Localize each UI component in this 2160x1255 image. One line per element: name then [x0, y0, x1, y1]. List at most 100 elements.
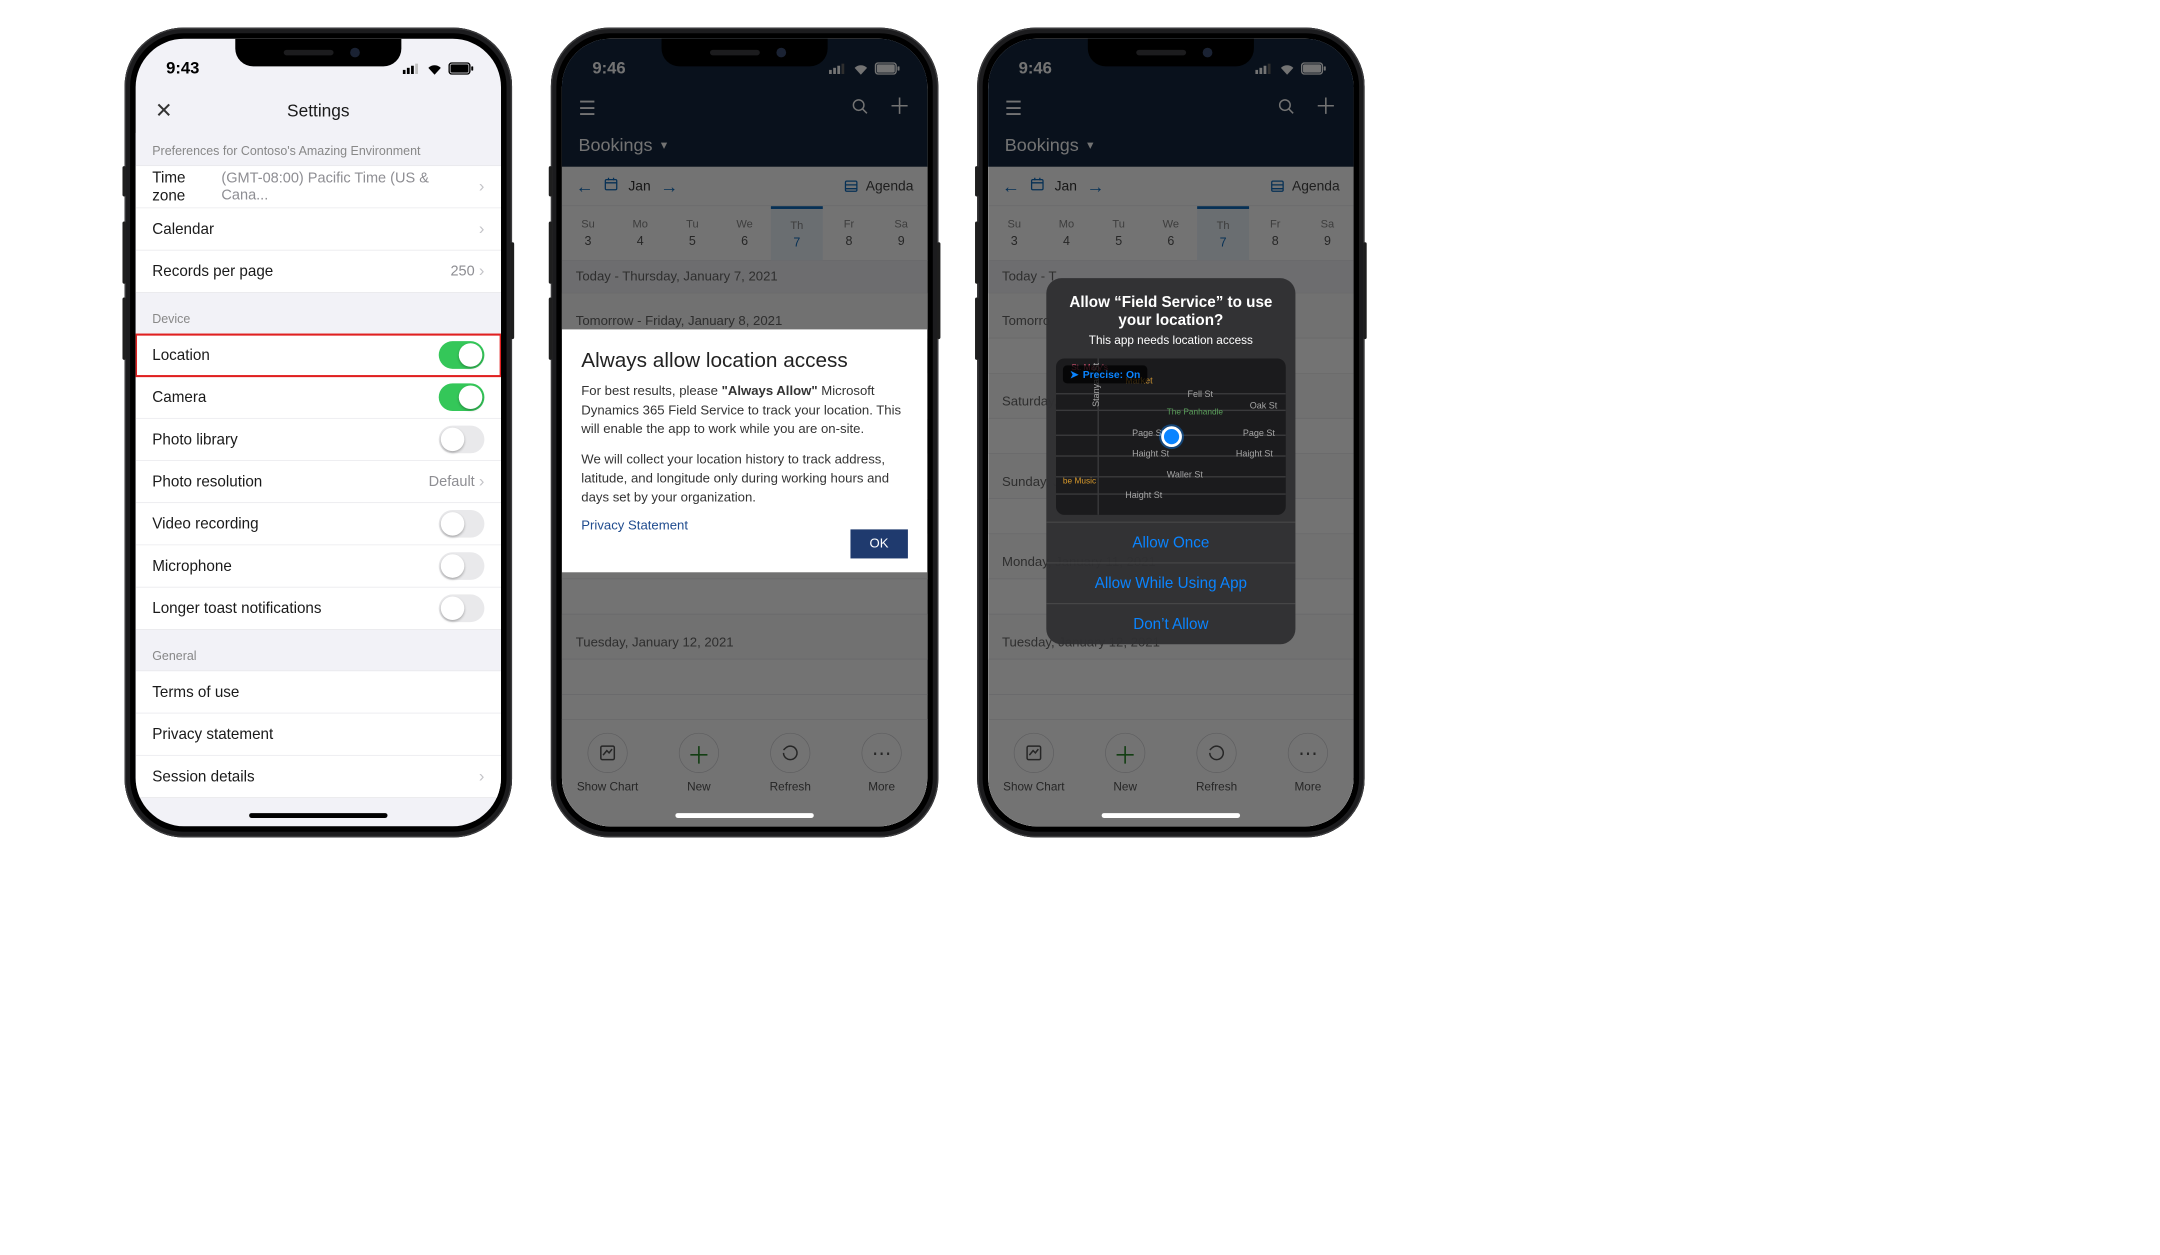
sheet-paragraph-2: We will collect your location history to…	[581, 450, 908, 507]
row-privacy[interactable]: Privacy statement	[136, 713, 501, 755]
week-day[interactable]: Th7	[771, 206, 823, 260]
week-day[interactable]: Sa 9	[875, 206, 927, 260]
show-chart-button[interactable]: Show Chart	[562, 720, 653, 827]
page-title: Bookings	[579, 134, 653, 155]
hamburger-icon[interactable]: ☰	[579, 97, 596, 120]
dow-label: Sa	[894, 218, 908, 230]
precise-badge[interactable]: ➤ Precise: On	[1063, 365, 1147, 383]
page-title-row[interactable]: Bookings ▾	[579, 127, 911, 166]
row-session[interactable]: Session details ›	[136, 756, 501, 798]
next-icon[interactable]: →	[660, 175, 678, 196]
row-calendar[interactable]: Calendar ›	[136, 208, 501, 250]
date-nav: ← Jan → Agenda	[988, 167, 1353, 206]
dow-label: Mo	[1059, 218, 1074, 230]
new-button[interactable]: ＋ New	[1080, 720, 1171, 827]
status-time: 9:46	[1019, 59, 1052, 78]
section-preferences: Preferences for Contoso's Amazing Enviro…	[136, 133, 501, 166]
agenda-toggle[interactable]: Agenda	[844, 178, 914, 194]
day-number: 5	[689, 234, 696, 249]
next-icon[interactable]: →	[1087, 175, 1105, 196]
week-day[interactable]: We6	[1145, 206, 1197, 260]
home-indicator[interactable]	[1102, 813, 1240, 818]
week-day[interactable]: Tu5	[666, 206, 718, 260]
row-location[interactable]: Location	[136, 334, 501, 376]
location-arrow-icon: ➤	[1070, 368, 1079, 380]
chevron-right-icon: ›	[479, 262, 485, 281]
agenda-day-header: Tuesday, January 12, 2021	[562, 614, 927, 659]
status-icons	[403, 62, 474, 74]
allow-while-using-button[interactable]: Allow While Using App	[1046, 563, 1295, 604]
day-number: 6	[741, 234, 748, 249]
prev-icon[interactable]: ←	[576, 175, 594, 196]
privacy-statement-link[interactable]: Privacy Statement	[581, 519, 688, 534]
toggle-video[interactable]	[439, 510, 485, 538]
home-indicator[interactable]	[249, 813, 387, 818]
week-day[interactable]: Mo4	[1040, 206, 1092, 260]
week-day[interactable]: Fr8	[1249, 206, 1301, 260]
add-icon[interactable]: ＋	[889, 97, 911, 118]
refresh-button[interactable]: Refresh	[745, 720, 836, 827]
row-photo-library[interactable]: Photo library	[136, 419, 501, 461]
calendar-icon[interactable]	[603, 176, 618, 195]
more-button[interactable]: ⋯ More	[1262, 720, 1353, 827]
row-camera[interactable]: Camera	[136, 376, 501, 418]
home-indicator[interactable]	[675, 813, 813, 818]
chart-icon	[1014, 733, 1054, 773]
month-label: Jan	[628, 178, 650, 194]
row-microphone[interactable]: Microphone	[136, 545, 501, 587]
chart-icon	[588, 733, 628, 773]
row-video-recording[interactable]: Video recording	[136, 503, 501, 545]
week-day[interactable]: We6	[718, 206, 770, 260]
ok-button[interactable]: OK	[850, 530, 908, 559]
status-icons	[829, 62, 900, 74]
label: Terms of use	[152, 683, 239, 701]
page-title: Bookings	[1005, 134, 1079, 155]
row-toast[interactable]: Longer toast notifications	[136, 588, 501, 630]
day-number: 6	[1167, 234, 1174, 249]
day-number: 9	[898, 234, 905, 249]
sheet-paragraph-1: For best results, please "Always Allow" …	[581, 382, 908, 439]
dont-allow-button[interactable]: Don’t Allow	[1046, 603, 1295, 644]
toggle-photo-library[interactable]	[439, 426, 485, 454]
notch	[662, 39, 828, 67]
label: Session details	[152, 767, 254, 785]
day-number: 7	[1220, 235, 1227, 250]
row-terms[interactable]: Terms of use	[136, 671, 501, 713]
agenda-toggle[interactable]: Agenda	[1270, 178, 1340, 194]
agenda-label: Agenda	[1292, 178, 1340, 194]
week-day[interactable]: Mo4	[614, 206, 666, 260]
calendar-icon[interactable]	[1030, 176, 1045, 195]
refresh-icon	[770, 733, 810, 773]
week-row: Su3Mo4Tu5We6Th7Fr8Sa9	[988, 206, 1353, 261]
close-icon[interactable]: ✕	[155, 99, 172, 123]
toggle-toast[interactable]	[439, 594, 485, 622]
row-timezone[interactable]: Time zone (GMT-08:00) Pacific Time (US &…	[136, 166, 501, 208]
toggle-location[interactable]	[439, 341, 485, 369]
day-number: 5	[1115, 234, 1122, 249]
week-day[interactable]: Su3	[988, 206, 1040, 260]
search-icon[interactable]	[851, 97, 869, 118]
week-day[interactable]: Fr8	[823, 206, 875, 260]
week-day[interactable]: Tu5	[1093, 206, 1145, 260]
new-button[interactable]: ＋ New	[653, 720, 744, 827]
add-icon[interactable]: ＋	[1315, 97, 1337, 118]
refresh-button[interactable]: Refresh	[1171, 720, 1262, 827]
status-time: 9:43	[166, 59, 199, 78]
more-button[interactable]: ⋯ More	[836, 720, 927, 827]
value: 250	[450, 263, 474, 280]
hamburger-icon[interactable]: ☰	[1005, 97, 1022, 120]
toggle-microphone[interactable]	[439, 552, 485, 580]
bottom-bar: Show Chart ＋ New Refresh ⋯ More	[988, 719, 1353, 826]
week-day[interactable]: Sa9	[1301, 206, 1353, 260]
row-photo-resolution[interactable]: Photo resolution Default›	[136, 461, 501, 503]
week-day[interactable]: Th7	[1197, 206, 1249, 260]
page-title-row[interactable]: Bookings ▾	[1005, 127, 1337, 166]
week-day[interactable]: Su3	[562, 206, 614, 260]
day-number: 9	[1324, 234, 1331, 249]
allow-once-button[interactable]: Allow Once	[1046, 522, 1295, 563]
row-records-per-page[interactable]: Records per page 250›	[136, 251, 501, 293]
toggle-camera[interactable]	[439, 383, 485, 411]
search-icon[interactable]	[1277, 97, 1295, 118]
show-chart-button[interactable]: Show Chart	[988, 720, 1079, 827]
prev-icon[interactable]: ←	[1002, 175, 1020, 196]
